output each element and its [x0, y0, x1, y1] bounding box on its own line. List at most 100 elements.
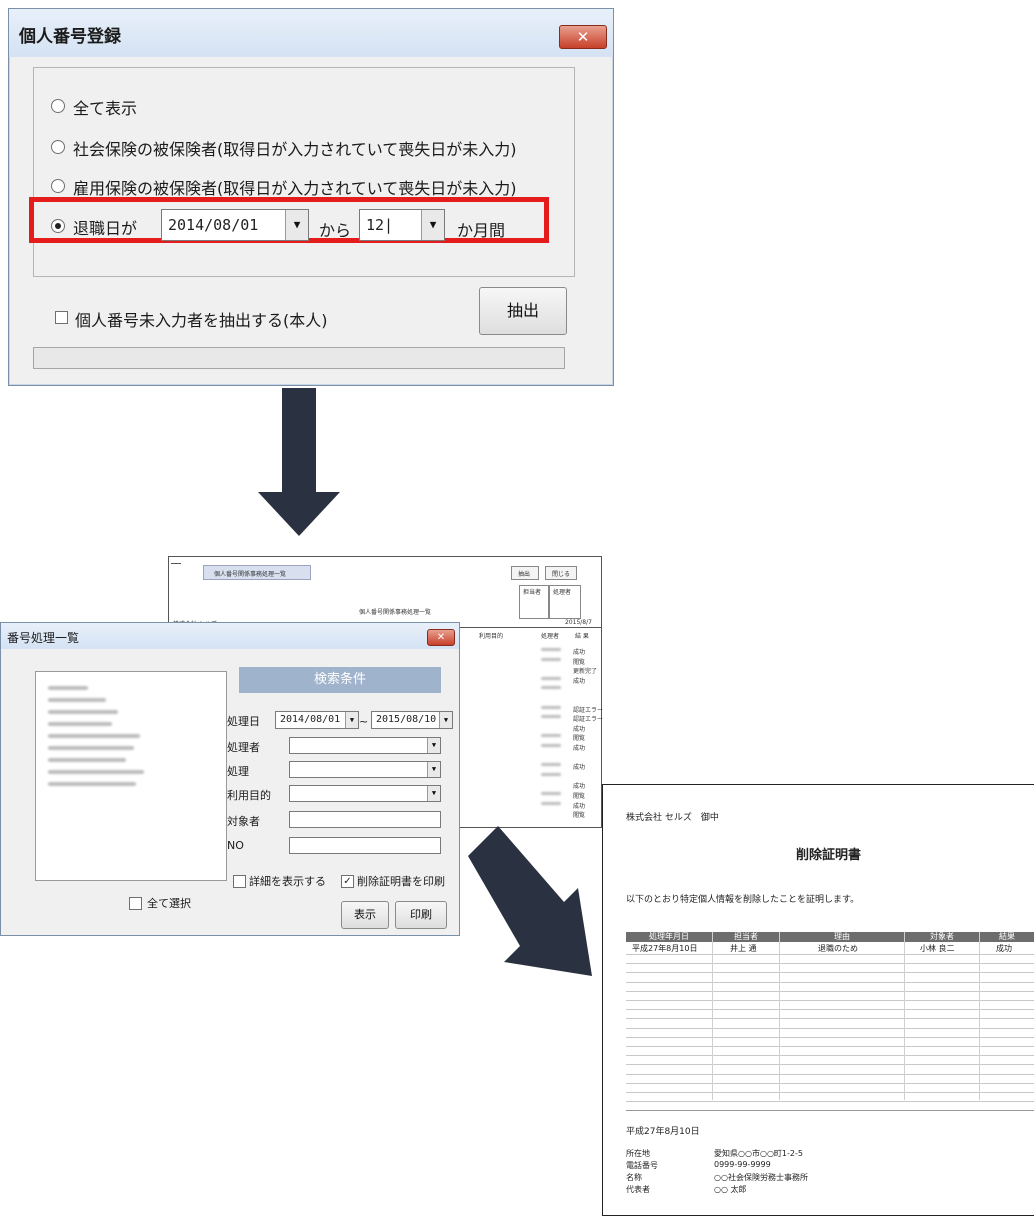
chevron-down-icon[interactable]: ▼ [427, 786, 440, 801]
date-to-select[interactable]: 2015/08/10 ▼ [371, 711, 453, 729]
retirement-date-select[interactable]: 2014/08/01 ▼ [161, 209, 309, 241]
result-cell: 閲覧 [573, 793, 586, 800]
personal-number-registration-dialog: 個人番号登録 ✕ 全て表示 社会保険の被保険者(取得日が入力されていて喪失日が未… [8, 8, 614, 386]
cert-info-phone: 0999-99-9999 [714, 1160, 771, 1169]
cert-info-name: ○○社会保険労務士事務所 [714, 1173, 808, 1182]
result-cell: 成功 [573, 802, 586, 810]
cert-row-target: 小林 良二 [920, 944, 955, 953]
result-cell: 成功 [573, 725, 586, 733]
cert-col-line [904, 932, 905, 1100]
cert-col-line [712, 932, 713, 1100]
months-value: 12| [366, 216, 394, 234]
processor-entry [541, 648, 561, 651]
show-detail-checkbox[interactable] [233, 875, 246, 888]
cert-info-label-phone: 電話番号 [626, 1161, 658, 1170]
cert-row-line [626, 1000, 1034, 1001]
cert-row-result: 成功 [996, 944, 1012, 953]
date-separator: ~ [359, 715, 369, 728]
chevron-down-icon[interactable]: ▼ [427, 762, 440, 777]
number-processing-list-dialog: 番号処理一覧 ✕ 全て選択 検索条件 処理日 2014/08/01 ▼ ~ 20… [0, 622, 460, 936]
radio-show-all[interactable] [51, 99, 65, 113]
show-detail-label: 詳細を表示する [249, 875, 326, 888]
chevron-down-icon[interactable]: ▼ [439, 712, 452, 728]
extract-unentered-checkbox[interactable] [55, 311, 68, 324]
processor-select[interactable]: ▼ [289, 737, 441, 754]
target-list-box[interactable] [35, 671, 227, 881]
chevron-down-icon[interactable]: ▼ [421, 210, 444, 240]
cert-row-line [626, 1046, 1034, 1047]
radio-social-insurance-label: 社会保険の被保険者(取得日が入力されていて喪失日が未入力) [73, 140, 517, 159]
extract-button[interactable]: 抽出 [479, 287, 567, 335]
cert-col-line [979, 932, 980, 1100]
date-from-value: 2014/08/01 [280, 714, 341, 725]
result-cell: 認証エラー [573, 706, 604, 714]
purpose-select[interactable]: ▼ [289, 785, 441, 802]
target-input[interactable] [289, 811, 441, 828]
dialog-title: 個人番号登録 [19, 27, 121, 47]
cert-addressee: 株式会社 セルズ 御中 [626, 813, 719, 823]
cert-info-label-address: 所在地 [626, 1149, 650, 1158]
months-select[interactable]: 12| ▼ [359, 209, 445, 241]
process-select[interactable]: ▼ [289, 761, 441, 778]
diagonal-arrow-icon [468, 826, 592, 976]
show-button[interactable]: 表示 [341, 901, 389, 929]
result-cell: 閲覧 [573, 812, 586, 820]
radio-employment-insurance-label: 雇用保険の被保険者(取得日が入力されていて喪失日が未入力) [73, 179, 517, 198]
print-cert-label: 削除証明書を印刷 [357, 875, 445, 888]
cert-col-staff: 担当者 [713, 932, 779, 942]
cert-info-address: 愛知県○○市○○町1-2-5 [714, 1149, 803, 1158]
cert-row-line [626, 963, 1034, 965]
result-cell: 更新完了 [573, 668, 598, 676]
result-cell: 成功 [573, 764, 586, 772]
date-from-select[interactable]: 2014/08/01 ▼ [275, 711, 359, 729]
extract-unentered-label: 個人番号未入力者を抽出する(本人) [75, 311, 328, 330]
radio-employment-insurance[interactable] [51, 179, 65, 193]
processor-entry [541, 801, 561, 805]
chevron-down-icon[interactable]: ▼ [345, 712, 358, 728]
down-arrow-icon [258, 388, 340, 536]
cert-row-line [626, 981, 1034, 983]
chevron-down-icon[interactable]: ▼ [285, 210, 308, 240]
processor-label: 処理者 [227, 741, 260, 754]
processor-entry [541, 744, 561, 747]
cert-row-line [626, 954, 1034, 955]
processor-entry [541, 676, 561, 680]
cert-issue-date: 平成27年8月10日 [626, 1127, 700, 1137]
cert-row-line [626, 1009, 1034, 1011]
print-cert-checkbox[interactable]: ✓ [341, 875, 354, 888]
no-input[interactable] [289, 837, 441, 854]
result-cell: 閲覧 [573, 735, 586, 743]
select-all-checkbox[interactable] [129, 897, 142, 910]
cert-col-line [779, 932, 780, 1100]
result-cell: 成功 [573, 745, 586, 752]
cert-col-date: 処理年月日 [626, 932, 712, 942]
cert-row-line [626, 1073, 1034, 1075]
retirement-date-value: 2014/08/01 [168, 216, 259, 234]
radio-social-insurance[interactable] [51, 140, 65, 154]
cert-row-line [626, 1027, 1034, 1029]
close-icon[interactable]: ✕ [559, 25, 607, 49]
result-cell: 認証エラー [573, 716, 604, 724]
chevron-down-icon[interactable]: ▼ [427, 738, 440, 753]
radio-retirement-date[interactable] [51, 219, 65, 233]
cert-col-result: 結果 [980, 932, 1034, 942]
processing-date-label: 処理日 [227, 715, 260, 728]
cert-info-label-rep: 代表者 [626, 1185, 650, 1194]
cert-row-line [626, 1082, 1034, 1084]
radio-show-all-label: 全て表示 [73, 99, 138, 118]
print-button[interactable]: 印刷 [395, 901, 447, 929]
dialog2-titlebar: 番号処理一覧 [1, 623, 459, 649]
result-cell: 成功 [573, 783, 586, 791]
processor-entry [541, 734, 561, 738]
cert-row-line [626, 972, 1034, 974]
result-cell: 成功 [573, 649, 586, 656]
radio-retirement-date-label: 退職日が [73, 219, 138, 238]
cert-row-reason: 退職のため [818, 944, 858, 953]
cert-row-date: 平成27年8月10日 [632, 944, 698, 953]
processor-entry [541, 772, 561, 776]
cert-row-line [626, 1101, 1034, 1103]
processor-entry [541, 763, 561, 767]
no-label: NO [227, 839, 244, 852]
close-icon[interactable]: ✕ [427, 629, 455, 646]
dialog-titlebar: 個人番号登録 [9, 9, 613, 57]
